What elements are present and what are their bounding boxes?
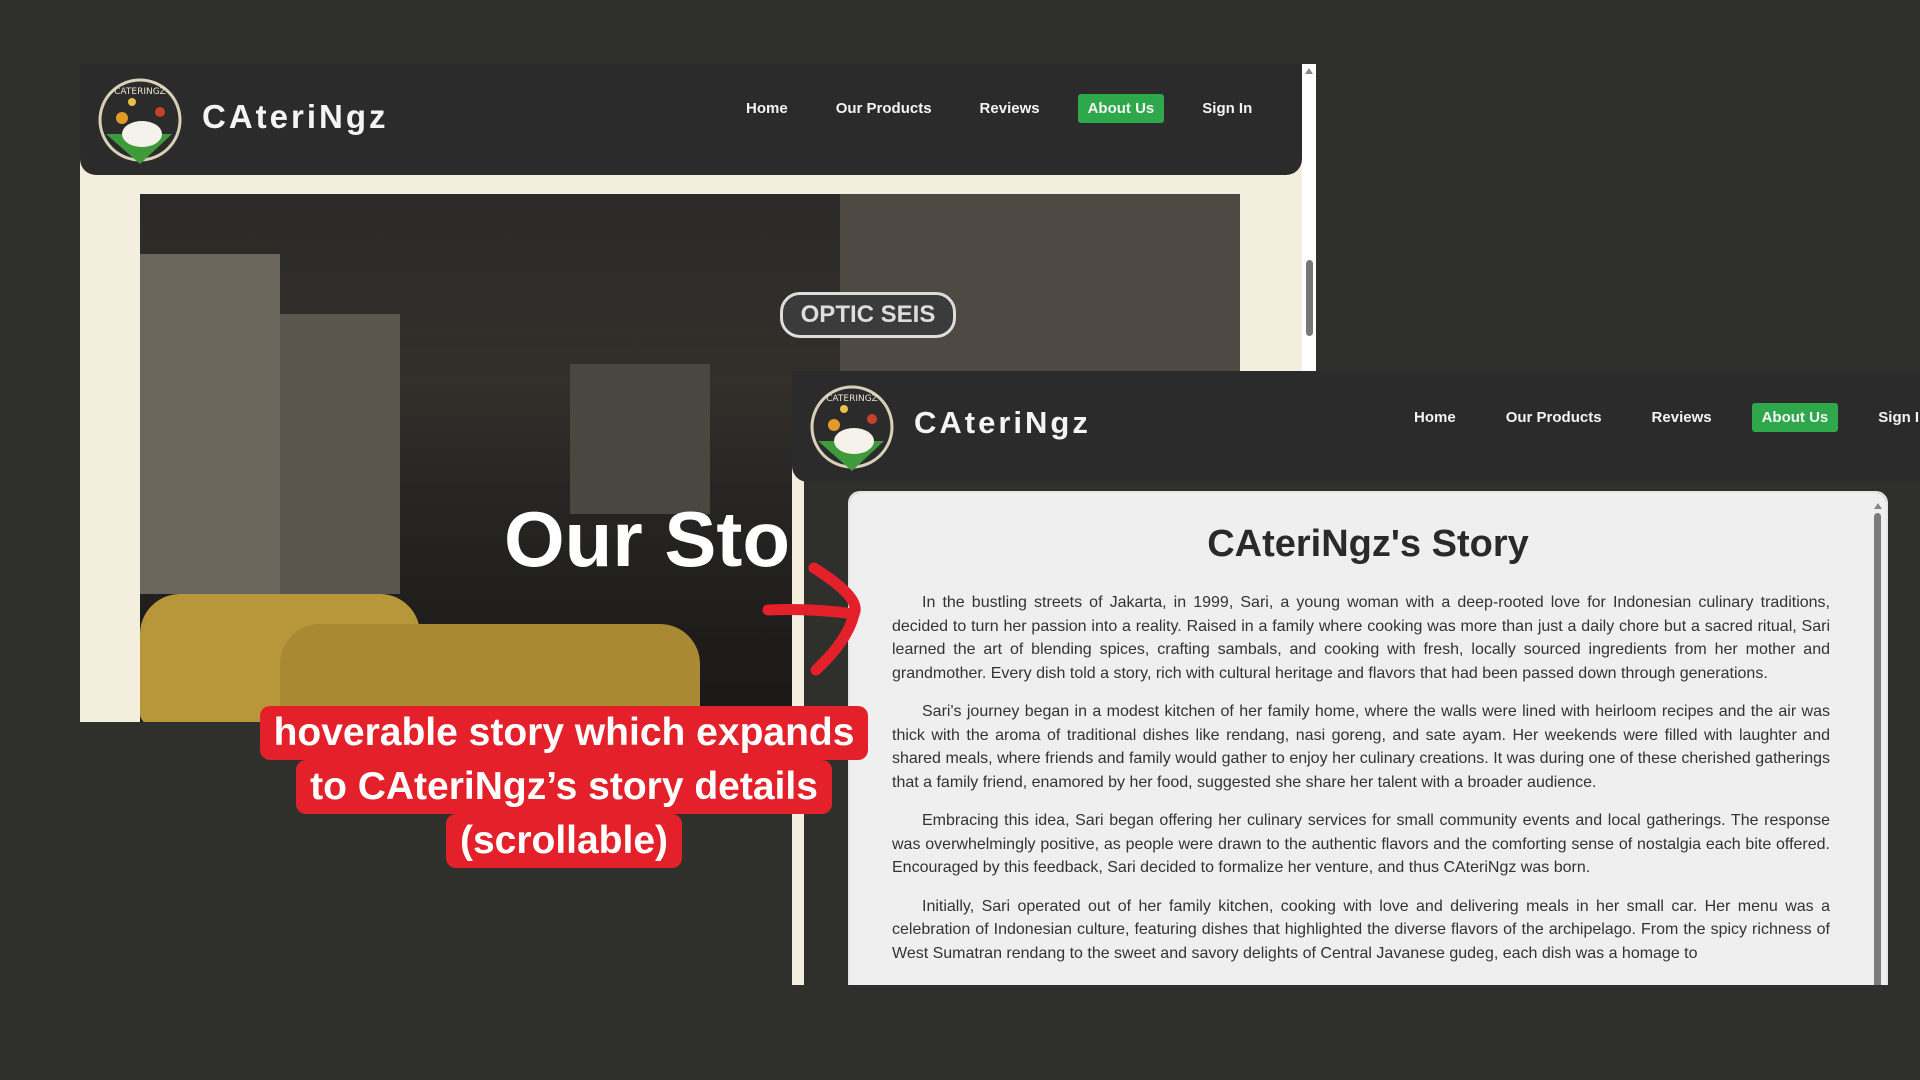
nav-home[interactable]: Home [1404, 403, 1466, 432]
scroll-up-icon[interactable] [1874, 503, 1882, 509]
nav-about-us[interactable]: About Us [1751, 403, 1839, 432]
scrollbar-thumb[interactable] [1874, 513, 1881, 985]
story-paragraph: Sari's journey began in a modest kitchen… [892, 703, 1830, 791]
nav-about-us[interactable]: About Us [1077, 94, 1165, 123]
story-paragraph: In the bustling streets of Jakarta, in 1… [892, 594, 1830, 682]
nav-sign-in[interactable]: Sign In [1192, 94, 1262, 123]
story-body[interactable]: In the bustling streets of Jakarta, in 1… [892, 591, 1830, 985]
annotation-callout: hoverable story which expands to CAteriN… [232, 706, 896, 868]
nav-our-products[interactable]: Our Products [826, 94, 942, 123]
nav-reviews[interactable]: Reviews [1642, 403, 1722, 432]
street-sign: OPTIC SEIS [780, 292, 956, 338]
logo-text: CATERINGZ [826, 394, 878, 404]
nav-reviews[interactable]: Reviews [970, 94, 1050, 123]
brand-name[interactable]: CAteriNgz [914, 405, 1091, 441]
brand-logo[interactable]: CATERINGZ [92, 76, 188, 172]
story-card[interactable]: CAteriNgz's Story In the bustling street… [850, 493, 1886, 985]
brand-name[interactable]: CAteriNgz [202, 98, 389, 136]
scroll-up-icon[interactable] [1305, 68, 1313, 74]
red-arrow-icon [762, 562, 861, 676]
logo-text: CATERINGZ [114, 87, 166, 97]
brand-logo[interactable]: CATERINGZ [804, 383, 900, 479]
scrollbar-thumb[interactable] [1306, 260, 1313, 336]
story-title: CAteriNgz's Story [1207, 523, 1529, 565]
story-paragraph: Initially, Sari operated out of her fami… [892, 897, 1830, 962]
annotation-line-2: to CAteriNgz’s story details [296, 760, 832, 814]
annotation-line-1: hoverable story which expands [259, 706, 869, 760]
story-scrollbar[interactable] [1874, 503, 1882, 985]
navbar: CATERINGZ CAteriNgz Home Our Products Re… [80, 64, 1302, 175]
nav-our-products[interactable]: Our Products [1496, 403, 1612, 432]
nav-links: Home Our Products Reviews About Us Sign … [1404, 403, 1920, 432]
navbar: CATERINGZ CAteriNgz Home Our Products Re… [792, 371, 1920, 482]
annotation-line-3: (scrollable) [445, 814, 683, 868]
hero-title[interactable]: Our Sto [504, 494, 790, 585]
story-paragraph: Embracing this idea, Sari began offering… [892, 812, 1830, 876]
about-page-window-after: CATERINGZ CAteriNgz Home Our Products Re… [792, 371, 1920, 985]
nav-links: Home Our Products Reviews About Us Sign … [736, 94, 1262, 123]
nav-home[interactable]: Home [736, 94, 798, 123]
nav-sign-in[interactable]: Sign In [1868, 403, 1920, 432]
